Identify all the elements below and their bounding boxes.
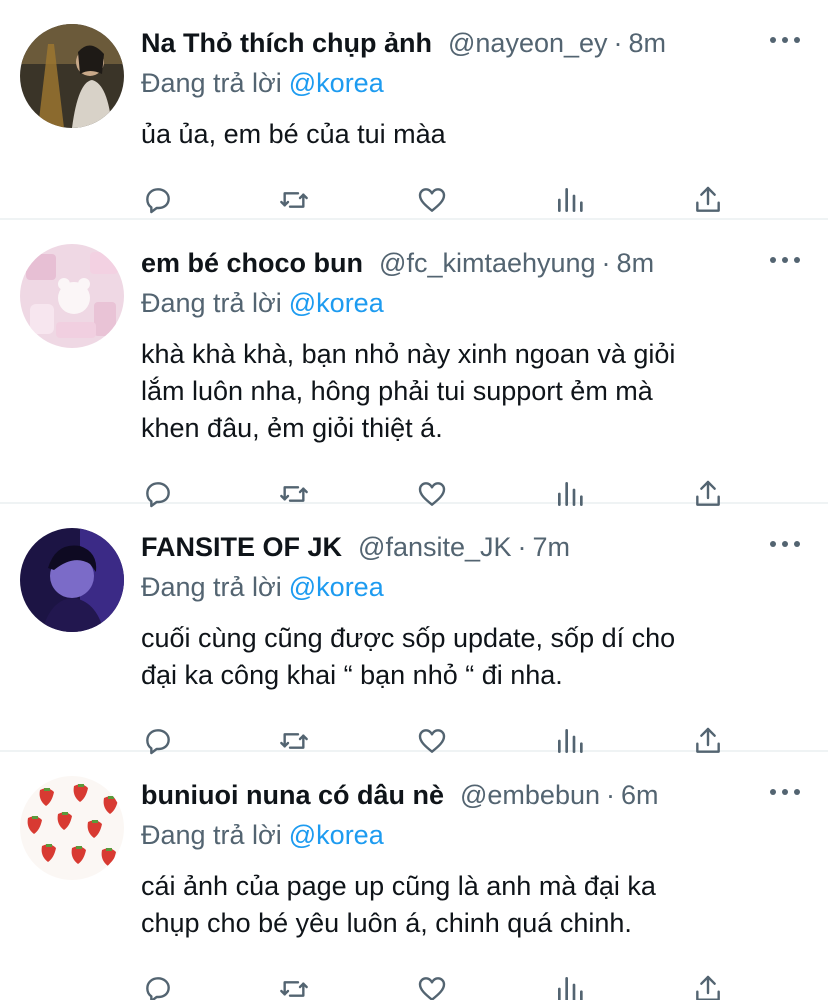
replying-to-label: Đang trả lời xyxy=(141,288,282,318)
replying-to: Đang trả lời @korea xyxy=(141,286,808,320)
tweet[interactable]: buniuoi nuna có dâu nè @embebun · 6m Đan… xyxy=(0,752,828,1000)
timestamp[interactable]: 6m xyxy=(621,778,659,812)
like-icon[interactable] xyxy=(415,183,449,217)
stats-icon[interactable] xyxy=(553,183,587,217)
mention-link[interactable]: @korea xyxy=(289,572,384,602)
replying-to-label: Đang trả lời xyxy=(141,68,282,98)
replying-to: Đang trả lời @korea xyxy=(141,818,808,852)
timestamp[interactable]: 7m xyxy=(533,530,571,564)
tweet-header: FANSITE OF JK @fansite_JK · 7m xyxy=(141,530,808,566)
tweet-text: cái ảnh của page up cũng là anh mà đại k… xyxy=(141,871,656,938)
tweet-header: buniuoi nuna có dâu nè @embebun · 6m xyxy=(141,778,808,814)
replying-to-label: Đang trả lời xyxy=(141,820,282,850)
avatar-image xyxy=(20,244,124,348)
more-icon[interactable] xyxy=(770,30,800,50)
avatar[interactable] xyxy=(20,528,124,632)
action-bar xyxy=(141,952,808,1000)
separator: · xyxy=(613,28,623,58)
retweet-icon[interactable] xyxy=(277,972,311,1000)
user-handle[interactable]: @nayeon_ey xyxy=(448,26,608,60)
mention-link[interactable]: @korea xyxy=(289,68,384,98)
more-icon[interactable] xyxy=(770,250,800,270)
avatar-image xyxy=(20,528,124,632)
reply-feed: Na Thỏ thích chụp ảnh @nayeon_ey · 8m Đa… xyxy=(0,0,828,1000)
timestamp[interactable]: 8m xyxy=(629,26,667,60)
user-handle[interactable]: @fansite_JK xyxy=(358,530,511,564)
more-icon[interactable] xyxy=(770,534,800,554)
tweet[interactable]: FANSITE OF JK @fansite_JK · 7m Đang trả … xyxy=(0,504,828,755)
tweet-text: khà khà khà, bạn nhỏ này xinh ngoan và g… xyxy=(141,339,676,443)
reply-icon[interactable] xyxy=(141,972,175,1000)
tweet-header: em bé choco bun @fc_kimtaehyung · 8m xyxy=(141,246,808,282)
separator: · xyxy=(517,532,527,562)
like-icon[interactable] xyxy=(415,972,449,1000)
separator: · xyxy=(606,780,615,810)
retweet-icon[interactable] xyxy=(277,183,311,217)
user-handle[interactable]: @fc_kimtaehyung xyxy=(379,246,596,280)
mention-link[interactable]: @korea xyxy=(289,820,384,850)
display-name[interactable]: FANSITE OF JK xyxy=(141,530,342,564)
tweet-header: Na Thỏ thích chụp ảnh @nayeon_ey · 8m xyxy=(141,26,808,62)
tweet[interactable]: em bé choco bun @fc_kimtaehyung · 8m Đan… xyxy=(0,220,828,508)
separator: · xyxy=(601,248,611,278)
mention-link[interactable]: @korea xyxy=(289,288,384,318)
avatar[interactable] xyxy=(20,24,124,128)
avatar-image xyxy=(20,24,124,128)
avatar[interactable] xyxy=(20,776,124,880)
replying-to: Đang trả lời @korea xyxy=(141,570,808,604)
tweet-text: ủa ủa, em bé của tui màa xyxy=(141,119,446,149)
more-icon[interactable] xyxy=(770,782,800,802)
stats-icon[interactable] xyxy=(553,972,587,1000)
tweet-text: cuối cùng cũng được sốp update, sốp dí c… xyxy=(141,623,676,690)
replying-to-label: Đang trả lời xyxy=(141,572,282,602)
replying-to: Đang trả lời @korea xyxy=(141,66,808,100)
share-icon[interactable] xyxy=(691,183,725,217)
avatar[interactable] xyxy=(20,244,124,348)
avatar-image xyxy=(20,776,124,880)
display-name[interactable]: Na Thỏ thích chụp ảnh xyxy=(141,26,432,60)
share-icon[interactable] xyxy=(691,972,725,1000)
display-name[interactable]: buniuoi nuna có dâu nè xyxy=(141,778,444,812)
user-handle[interactable]: @embebun xyxy=(460,778,600,812)
display-name[interactable]: em bé choco bun xyxy=(141,246,363,280)
tweet[interactable]: Na Thỏ thích chụp ảnh @nayeon_ey · 8m Đa… xyxy=(0,0,828,220)
reply-icon[interactable] xyxy=(141,183,175,217)
timestamp[interactable]: 8m xyxy=(617,246,655,280)
